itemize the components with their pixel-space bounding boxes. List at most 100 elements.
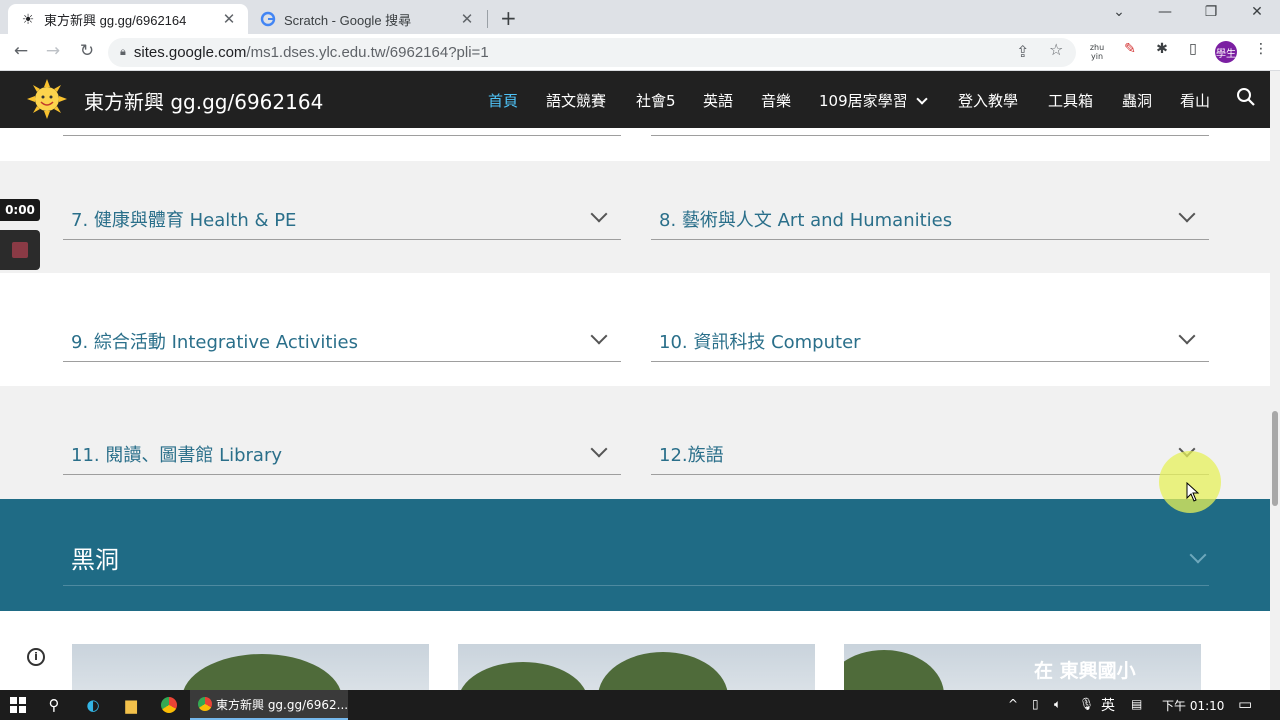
accordion-indigenous-language[interactable]: 12.族語 (651, 431, 1209, 475)
accordion-label: 9. 綜合活動 Integrative Activities (71, 332, 358, 353)
share-icon[interactable]: ⇪ (1016, 42, 1029, 61)
stop-icon (12, 242, 28, 258)
extensions-puzzle-icon[interactable]: ✱ (1151, 41, 1173, 57)
pen-extension-icon[interactable]: ✎ (1119, 41, 1141, 57)
chevron-down-icon (1189, 546, 1207, 564)
accordion-label: 10. 資訊科技 Computer (659, 332, 861, 353)
tab-title: Scratch - Google 搜尋 (284, 12, 412, 28)
tray-chevron-up-icon[interactable]: ^ (1008, 697, 1018, 711)
section-band: 9. 綜合活動 Integrative Activities 10. 資訊科技 … (0, 273, 1270, 386)
profile-avatar[interactable]: 學生 (1215, 41, 1237, 63)
zhuyin-extension-icon[interactable]: zhu yin (1086, 43, 1108, 61)
divider (63, 585, 1209, 586)
url-path: /ms1.dses.ylc.edu.tw/6962164?pli=1 (246, 44, 489, 61)
sun-logo-icon[interactable] (27, 79, 67, 119)
tab-divider (487, 10, 488, 28)
blackhole-section[interactable] (0, 499, 1270, 611)
tab-inactive[interactable]: Scratch - Google 搜尋 ✕ (250, 4, 486, 34)
recording-timer: 0:00 (0, 199, 40, 221)
google-favicon-icon (260, 11, 276, 27)
tab-search-icon[interactable]: ⌄ (1109, 4, 1129, 20)
side-panel-icon[interactable]: ▯ (1182, 41, 1204, 57)
site-title[interactable]: 東方新興 gg.gg/6962164 (84, 86, 323, 115)
reload-icon[interactable]: ↻ (76, 41, 98, 61)
lock-icon: 🔒︎ (120, 46, 126, 58)
search-icon[interactable]: ⚲ (44, 695, 64, 715)
back-icon[interactable]: ← (10, 41, 32, 61)
close-tab-icon[interactable]: ✕ (458, 10, 476, 28)
page-content: 7. 健康與體育 Health & PE 8. 藝術與人文 Art and Hu… (0, 128, 1270, 690)
accordion-partial[interactable] (651, 128, 1209, 136)
minimize-icon[interactable]: — (1155, 4, 1175, 20)
windows-taskbar: ⚲ ◐ ▆ 東方新興 gg.gg/6962... ^ ▯ 🔈︎ 🎙︎ 英 ▤ 下… (0, 690, 1280, 720)
close-window-icon[interactable]: ✕ (1247, 4, 1267, 20)
bookmark-star-icon[interactable]: ☆ (1049, 40, 1063, 59)
mouse-cursor-icon (1186, 482, 1200, 502)
accordion-label: 12.族語 (659, 445, 724, 466)
url-host: sites.google.com (133, 44, 247, 61)
chevron-down-icon (1178, 327, 1196, 345)
accordion-label: 11. 閱讀、圖書館 Library (71, 445, 283, 466)
scrollbar-thumb[interactable] (1272, 411, 1278, 506)
clipboard-icon[interactable]: ▤ (1131, 697, 1142, 711)
forward-icon[interactable]: → (42, 41, 64, 61)
chrome-icon[interactable] (159, 695, 179, 715)
nav-social5[interactable]: 社會5 (636, 90, 676, 111)
microphone-icon[interactable]: 🎙︎ (1079, 697, 1094, 711)
chevron-down-icon (1178, 205, 1196, 223)
nav-login-tutorial[interactable]: 登入教學 (958, 90, 1018, 111)
nav-mountain[interactable]: 看山 (1180, 90, 1210, 111)
address-bar[interactable]: 🔒︎ sites.google.com/ms1.dses.ylc.edu.tw/… (108, 38, 1076, 67)
new-tab-icon[interactable]: + (500, 6, 517, 30)
info-icon[interactable]: i (27, 648, 45, 666)
taskbar-chrome-window[interactable]: 東方新興 gg.gg/6962... (190, 690, 348, 720)
accordion-partial[interactable] (63, 128, 621, 136)
accordion-integrative[interactable]: 9. 綜合活動 Integrative Activities (63, 318, 621, 362)
nav-home[interactable]: 首頁 (488, 90, 518, 111)
accordion-health-pe[interactable]: 7. 健康與體育 Health & PE (63, 196, 621, 240)
browser-toolbar: ← → ↻ 🔒︎ sites.google.com/ms1.dses.ylc.e… (0, 34, 1280, 71)
accordion-computer[interactable]: 10. 資訊科技 Computer (651, 318, 1209, 362)
accordion-library[interactable]: 11. 閱讀、圖書館 Library (63, 431, 621, 475)
close-tab-icon[interactable]: ✕ (220, 10, 238, 28)
nav-toolbox[interactable]: 工具箱 (1048, 90, 1093, 111)
nav-english[interactable]: 英語 (703, 90, 733, 111)
edge-browser-icon[interactable]: ◐ (83, 695, 103, 715)
ime-indicator[interactable]: 英 (1101, 695, 1115, 715)
section-band: 11. 閱讀、圖書館 Library 12.族語 (0, 386, 1270, 499)
photo-caption: 在 東興國小 (1034, 660, 1136, 682)
section-title: 黑洞 (71, 546, 119, 574)
section-band (0, 128, 1270, 161)
nav-music[interactable]: 音樂 (761, 90, 791, 111)
chevron-down-icon (590, 440, 608, 458)
nav-language-contest[interactable]: 語文競賽 (546, 90, 606, 111)
gallery-photo[interactable]: 在 東興國小 (844, 644, 1201, 690)
search-icon[interactable] (1236, 87, 1255, 111)
browser-tab-strip: ☀ 東方新興 gg.gg/6962164 ✕ Scratch - Google … (0, 0, 1280, 34)
nav-wormhole[interactable]: 蟲洞 (1122, 90, 1152, 111)
mouse-device-icon[interactable]: ▯ (1032, 697, 1039, 711)
taskbar-clock[interactable]: 下午 01:10 (1162, 697, 1224, 714)
windows-start-icon[interactable] (8, 695, 28, 715)
site-header: 東方新興 gg.gg/6962164 首頁 語文競賽 社會5 英語 音樂 109… (0, 71, 1270, 128)
nav-home-learning-label: 109居家學習 (819, 92, 908, 110)
sun-favicon-icon: ☀ (21, 10, 35, 27)
accordion-label: 7. 健康與體育 Health & PE (71, 210, 297, 231)
volume-icon[interactable]: 🔈︎ (1054, 697, 1061, 712)
chevron-down-icon (916, 93, 929, 105)
nav-home-learning[interactable]: 109居家學習 (819, 90, 929, 111)
stop-recording-button[interactable] (0, 230, 40, 270)
gallery-photo[interactable] (458, 644, 815, 690)
gallery-photo[interactable] (72, 644, 429, 690)
accordion-arts[interactable]: 8. 藝術與人文 Art and Humanities (651, 196, 1209, 240)
chrome-icon (198, 697, 212, 711)
notification-icon[interactable]: ▭ (1238, 695, 1252, 713)
chevron-down-icon (590, 327, 608, 345)
accordion-label: 8. 藝術與人文 Art and Humanities (659, 210, 953, 231)
tab-active[interactable]: ☀ 東方新興 gg.gg/6962164 ✕ (8, 4, 248, 34)
menu-kebab-icon[interactable]: ⋮ (1250, 41, 1272, 57)
page-scrollbar[interactable] (1270, 71, 1280, 690)
restore-icon[interactable]: ❐ (1201, 4, 1221, 20)
file-explorer-icon[interactable]: ▆ (121, 695, 141, 715)
tab-title: 東方新興 gg.gg/6962164 (44, 12, 187, 28)
